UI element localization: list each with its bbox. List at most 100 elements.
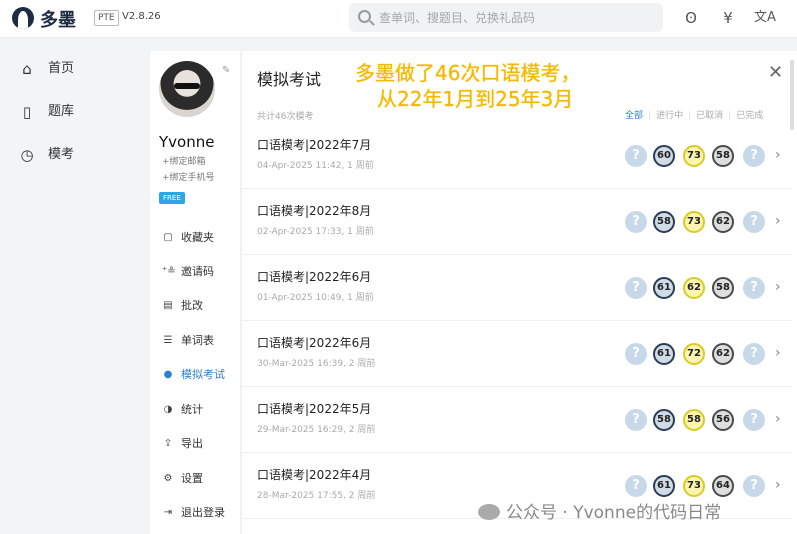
exam-date: 28-Mar-2025 17:55, 2 周前 — [257, 491, 376, 501]
exam-date: 04-Apr-2025 11:42, 1 周前 — [257, 161, 374, 171]
bind-phone-link[interactable]: +绑定手机号 — [162, 172, 215, 184]
menu-item-stats[interactable]: ◑ 统计 — [162, 401, 240, 419]
username: Yvonne — [159, 133, 215, 151]
exam-title: 口语模考|2022年5月 — [257, 402, 372, 416]
sidebar-item-mock-exam[interactable]: ◷ 模考 — [18, 144, 138, 168]
menu-item-export[interactable]: ⇪ 导出 — [162, 435, 240, 453]
search-input[interactable] — [379, 8, 649, 27]
exam-row[interactable]: 口语模考|2022年5月 29-Mar-2025 16:29, 2 周前? 58 58… — [242, 387, 792, 453]
product-tag: PTE — [94, 10, 119, 26]
menu-item-mock-exam[interactable]: ● 模拟考试 — [162, 366, 240, 384]
annotation-line-1: 多墨做了46次口语模考， — [355, 61, 581, 85]
help-badge-icon[interactable]: ? — [743, 277, 765, 299]
menu-item-label: 统计 — [181, 403, 203, 416]
search-icon — [358, 10, 371, 23]
chevron-right-icon[interactable]: › — [775, 344, 781, 362]
logo-text[interactable]: 多墨 — [40, 6, 76, 32]
sidebar-item-label: 首页 — [48, 61, 75, 76]
exam-row[interactable]: 口语模考|2022年7月 04-Apr-2025 11:42, 1 周前? 60 73… — [242, 123, 792, 189]
help-badge-icon[interactable]: ? — [743, 343, 765, 365]
exam-date: 29-Mar-2025 16:29, 2 周前 — [257, 425, 376, 435]
watermark: 公众号 · Yvonne的代码日常 — [478, 498, 721, 523]
menu-item-label: 收藏夹 — [181, 231, 214, 244]
watermark-text: 公众号 · Yvonne的代码日常 — [506, 503, 722, 523]
menu-item-wordlist[interactable]: ☰ 单词表 — [162, 332, 240, 350]
exam-row[interactable]: 口语模考|2022年8月 02-Apr-2025 17:33, 1 周前? 58 73… — [242, 189, 792, 255]
help-badge-icon[interactable]: ? — [743, 409, 765, 431]
menu-item-bookmarks[interactable]: ▢ 收藏夹 — [162, 229, 240, 247]
menu-item-invite[interactable]: ⁺≗ 邀请码 — [162, 263, 240, 281]
exam-date: 01-Apr-2025 10:49, 1 周前 — [257, 293, 374, 303]
chevron-right-icon[interactable]: › — [775, 212, 781, 230]
menu-item-grading[interactable]: ▤ 批改 — [162, 297, 240, 315]
yen-icon[interactable]: ¥ — [717, 7, 739, 29]
score-badge: 73 — [683, 211, 705, 233]
status-filter: 全部 | 进行中 | 已取消 | 已完成 — [625, 108, 763, 121]
version-label: V2.8.26 — [122, 11, 161, 22]
help-badge-icon[interactable]: ? — [625, 211, 647, 233]
menu-item-label: 批改 — [181, 299, 203, 312]
logo-icon[interactable] — [12, 7, 34, 29]
filter-cancelled[interactable]: 已取消 — [696, 108, 723, 121]
scrollbar[interactable] — [790, 60, 794, 130]
mock-exam-panel: 模拟考试 ✕ 共计46次模考 全部 | 进行中 | 已取消 | 已完成 多墨做了46次口语模… — [241, 51, 797, 534]
score-badge: 72 — [683, 343, 705, 365]
export-icon: ⇪ — [163, 438, 173, 449]
help-badge-icon[interactable]: ? — [625, 277, 647, 299]
help-badge-icon[interactable]: ? — [743, 211, 765, 233]
score-badge: 64 — [712, 475, 734, 497]
chevron-right-icon[interactable]: › — [775, 278, 781, 296]
close-icon[interactable]: ✕ — [768, 63, 783, 83]
exam-title: 口语模考|2022年4月 — [257, 468, 372, 482]
mock-exam-icon: ● — [163, 369, 173, 380]
timer-icon: ◷ — [20, 146, 34, 164]
menu-item-settings[interactable]: ⚙ 设置 — [162, 470, 240, 488]
invite-icon: ⁺≗ — [162, 266, 176, 277]
help-badge-icon[interactable]: ? — [625, 343, 647, 365]
bear-face-icon[interactable]: ʘ — [680, 7, 702, 29]
score-badge: 58 — [712, 145, 734, 167]
chevron-right-icon[interactable]: › — [775, 410, 781, 428]
grading-icon: ▤ — [163, 300, 173, 311]
sidebar-item-question-bank[interactable]: ▯ 题库 — [18, 101, 138, 125]
exam-date: 02-Apr-2025 17:33, 1 周前 — [257, 227, 374, 237]
search-box[interactable] — [349, 3, 663, 32]
profile-panel: ✎ Yvonne +绑定邮箱 +绑定手机号 FREE ▢ 收藏夹 ⁺≗ 邀请码 … — [150, 51, 240, 534]
sidebar-item-home[interactable]: ⌂ 首页 — [18, 58, 138, 82]
filter-all[interactable]: 全部 — [625, 108, 643, 121]
exam-title: 口语模考|2022年7月 — [257, 138, 372, 152]
score-badge: 62 — [712, 211, 734, 233]
score-badge: 56 — [712, 409, 734, 431]
score-badge: 58 — [712, 277, 734, 299]
exam-row[interactable]: 口语模考|2022年6月 30-Mar-2025 16:39, 2 周前? 61 72… — [242, 321, 792, 387]
sidebar: ⌂ 首页 ▯ 题库 ◷ 模考 — [0, 38, 150, 534]
menu-item-logout[interactable]: ⇥ 退出登录 — [162, 504, 240, 522]
menu-item-label: 导出 — [181, 437, 203, 450]
avatar[interactable] — [159, 61, 215, 117]
top-bar: 多墨 PTE V2.8.26 ʘ ¥ 文A — [0, 0, 797, 38]
exam-title: 口语模考|2022年6月 — [257, 270, 372, 284]
chevron-right-icon[interactable]: › — [775, 146, 781, 164]
plan-badge: FREE — [159, 192, 185, 204]
avatar-glasses — [174, 83, 200, 89]
chevron-right-icon[interactable]: › — [775, 476, 781, 494]
edit-icon[interactable]: ✎ — [222, 65, 230, 76]
menu-item-label: 设置 — [181, 472, 203, 485]
score-badge: 61 — [653, 343, 675, 365]
help-badge-icon[interactable]: ? — [625, 409, 647, 431]
filter-in-progress[interactable]: 进行中 — [656, 108, 683, 121]
question-bank-icon: ▯ — [22, 103, 32, 121]
home-icon: ⌂ — [22, 60, 32, 78]
menu-item-label: 退出登录 — [181, 506, 225, 519]
help-badge-icon[interactable]: ? — [625, 475, 647, 497]
help-badge-icon[interactable]: ? — [743, 145, 765, 167]
filter-completed[interactable]: 已完成 — [736, 108, 763, 121]
bind-email-link[interactable]: +绑定邮箱 — [162, 156, 206, 168]
help-badge-icon[interactable]: ? — [625, 145, 647, 167]
help-badge-icon[interactable]: ? — [743, 475, 765, 497]
exam-row[interactable]: 口语模考|2022年6月 01-Apr-2025 10:49, 1 周前? 61 62… — [242, 255, 792, 321]
settings-icon: ⚙ — [163, 473, 173, 484]
bookmark-icon: ▢ — [163, 232, 173, 243]
translate-icon[interactable]: 文A — [754, 7, 776, 29]
sidebar-item-label: 题库 — [48, 104, 75, 119]
